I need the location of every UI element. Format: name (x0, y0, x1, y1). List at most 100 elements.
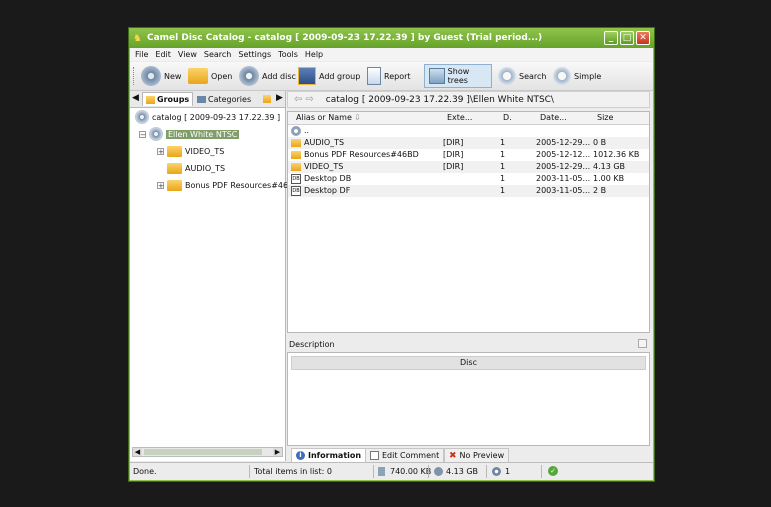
path-bar: ⇦ ⇨ catalog [ 2009-09-23 17.22.39 ]\Elle… (287, 91, 650, 108)
search-button[interactable]: Search (498, 64, 546, 88)
scroll-thumb[interactable] (144, 449, 262, 455)
collapse-icon[interactable]: − (139, 130, 146, 138)
forward-arrow-icon[interactable]: ⇨ (305, 94, 313, 105)
expand-icon[interactable]: + (157, 181, 164, 189)
description-header: Description (287, 337, 650, 351)
tab-categories-label: Categories (208, 94, 252, 104)
add-group-button[interactable]: Add group (298, 64, 360, 88)
left-panel: ◀ Groups Categories ▶ catalog [ 2009-09-… (130, 91, 294, 461)
col-name[interactable]: Alias or Name (296, 113, 352, 122)
row-ext: [DIR] (443, 138, 464, 147)
col-extension[interactable]: Exte... (447, 113, 472, 122)
maximize-button[interactable]: □ (620, 31, 634, 45)
menu-edit[interactable]: Edit (155, 50, 171, 59)
report-button[interactable]: Report (367, 64, 411, 88)
tab-groups[interactable]: Groups (142, 92, 194, 106)
tab-scroll-right-icon[interactable]: ▶ (276, 93, 283, 103)
tree-disc-label: Ellen White NTSC (166, 129, 240, 139)
list-row[interactable]: VIDEO_TS [DIR] 1 2005-12-29... 4.13 GB (288, 161, 649, 173)
tree-disc[interactable]: − Ellen White NTSC (139, 126, 240, 142)
search-button-label: Search (519, 71, 547, 81)
toolbar: New Open Add disc Add group Report Show … (130, 62, 653, 91)
show-trees-button-label: Show trees (447, 67, 470, 85)
scroll-left-icon[interactable]: ◀ (133, 448, 142, 456)
row-d: 1 (500, 138, 506, 147)
scroll-right-icon[interactable]: ▶ (273, 448, 282, 456)
menu-file[interactable]: File (135, 50, 148, 59)
row-name: Bonus PDF Resources#46BD (304, 150, 419, 159)
tab-information[interactable]: i Information (291, 448, 367, 463)
menu-search[interactable]: Search (204, 50, 231, 59)
tab-edit-comment[interactable]: Edit Comment (365, 448, 445, 463)
status-divider (486, 465, 487, 478)
description-collapse-icon[interactable] (638, 339, 647, 348)
tree-item-video-ts[interactable]: + VIDEO_TS (157, 143, 224, 159)
tab-categories[interactable]: Categories (194, 92, 254, 106)
parent-dir-icon (291, 126, 301, 136)
list-row[interactable]: DB Desktop DB 1 2003-11-05... 1.00 KB (288, 173, 649, 185)
add-group-icon (298, 67, 316, 85)
status-state: Done. (133, 467, 157, 476)
file-icon: DB (291, 186, 301, 196)
status-divider (373, 465, 374, 478)
menu-settings[interactable]: Settings (238, 50, 271, 59)
tab-scroll-left-icon[interactable]: ◀ (132, 93, 139, 103)
file-icon: DB (291, 174, 301, 184)
new-button[interactable]: New (141, 64, 181, 88)
list-row[interactable]: DB Desktop DF 1 2003-11-05... 2 B (288, 185, 649, 197)
description-disc-column[interactable]: Disc (291, 356, 646, 370)
open-button[interactable]: Open (188, 64, 232, 88)
show-trees-button[interactable]: Show trees (424, 64, 492, 88)
tree-horizontal-scrollbar[interactable]: ◀ ▶ (132, 447, 283, 457)
col-d[interactable]: D. (503, 113, 512, 122)
no-preview-icon: ✖ (449, 450, 457, 461)
tree-root[interactable]: catalog [ 2009-09-23 17.22.39 ] (135, 109, 280, 125)
list-row[interactable]: AUDIO_TS [DIR] 1 2005-12-29... 0 B (288, 137, 649, 149)
current-path: catalog [ 2009-09-23 17.22.39 ]\Ellen Wh… (325, 94, 554, 105)
disc-size-icon (434, 467, 443, 476)
col-size[interactable]: Size (597, 113, 613, 122)
add-disc-button[interactable]: Add disc (239, 64, 296, 88)
toolbar-gripper[interactable] (133, 67, 136, 85)
row-date: 2005-12-12... (536, 150, 591, 159)
description-panel: Disc (287, 352, 650, 446)
row-size: 0 B (593, 138, 607, 147)
close-button[interactable]: ✕ (636, 31, 650, 45)
menu-tools[interactable]: Tools (278, 50, 298, 59)
add-group-button-label: Add group (319, 71, 361, 81)
title-bar[interactable]: ♞ Camel Disc Catalog - catalog [ 2009-09… (129, 28, 654, 48)
list-row-up[interactable]: .. (288, 125, 649, 137)
row-name: Desktop DB (304, 174, 352, 183)
tree-item-audio-ts[interactable]: AUDIO_TS (167, 160, 225, 176)
row-d: 1 (500, 162, 506, 171)
row-name: AUDIO_TS (304, 138, 345, 147)
overflow-folder-icon (263, 95, 271, 103)
minimize-button[interactable]: _ (604, 31, 618, 45)
expand-icon[interactable]: + (157, 147, 164, 155)
row-d: 1 (500, 186, 506, 195)
folder-icon (167, 145, 182, 157)
report-icon (367, 67, 381, 85)
folder-icon (291, 163, 301, 171)
left-tab-strip: ◀ Groups Categories ▶ (130, 91, 285, 108)
menu-view[interactable]: View (178, 50, 197, 59)
tree-item-bonus-pdf[interactable]: + Bonus PDF Resources#46B (157, 177, 294, 193)
search-icon (498, 67, 516, 85)
col-date[interactable]: Date... (540, 113, 567, 122)
tab-no-preview[interactable]: ✖ No Preview (444, 448, 510, 463)
menu-help[interactable]: Help (305, 50, 323, 59)
drive-icon (378, 467, 385, 476)
tab-overflow[interactable] (260, 92, 276, 106)
simple-button[interactable]: Simple (553, 64, 601, 88)
folder-icon (291, 151, 301, 159)
tree-item-label: VIDEO_TS (185, 146, 225, 156)
back-arrow-icon[interactable]: ⇦ (294, 94, 302, 105)
list-row[interactable]: Bonus PDF Resources#46BD [DIR] 1 2005-12… (288, 149, 649, 161)
row-ext: [DIR] (443, 150, 464, 159)
report-button-label: Report (384, 71, 411, 81)
status-count: 1 (505, 467, 511, 476)
info-icon: i (296, 451, 305, 460)
folder-icon (167, 162, 182, 174)
tab-information-label: Information (308, 451, 362, 460)
tab-groups-label: Groups (157, 95, 190, 104)
